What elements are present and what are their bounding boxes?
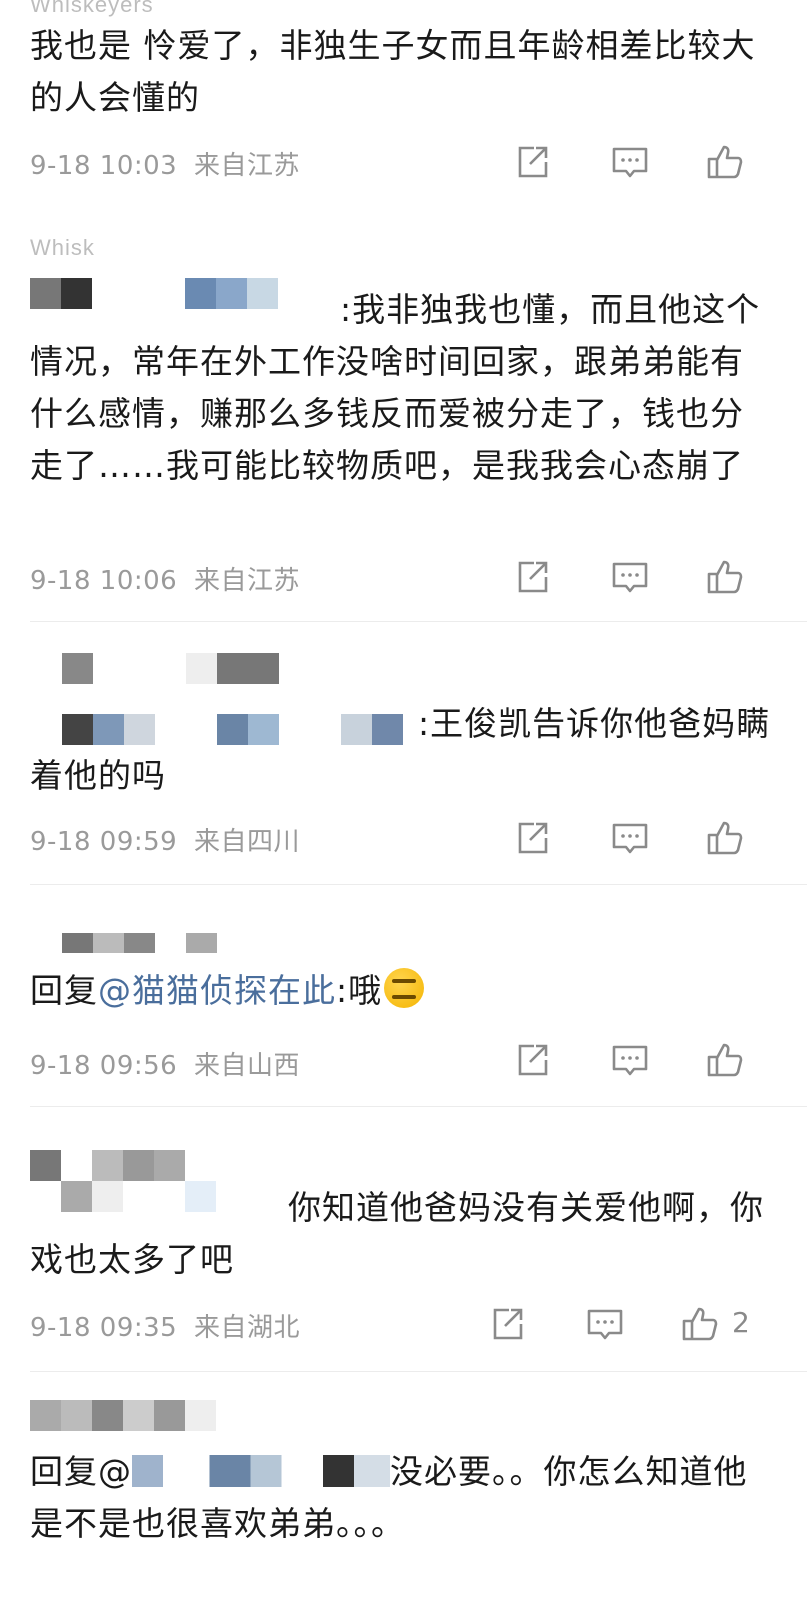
- comment-item: 回复@猫猫侦探在此:哦 9-18 09:56 来自山西: [0, 885, 807, 1107]
- like-button[interactable]: 2: [680, 1304, 750, 1344]
- location: 来自江苏: [193, 566, 300, 596]
- comment-text: :王俊凯告诉你他爸妈瞒着他的吗: [30, 704, 771, 795]
- comment-icon: [612, 823, 648, 854]
- comment-text: 回复@猫猫侦探在此:哦: [30, 965, 777, 1017]
- timestamp: 9-18 09:56: [30, 1051, 178, 1081]
- comment-actions: [512, 142, 772, 182]
- share-icon: [518, 822, 548, 854]
- redacted-username: [30, 1400, 216, 1431]
- comment-meta: 9-18 09:35 来自湖北: [30, 1307, 300, 1344]
- reply-button[interactable]: [610, 557, 650, 597]
- location: 来自江苏: [193, 151, 300, 181]
- comment-actions: [512, 557, 772, 597]
- comment-actions: [512, 818, 772, 858]
- comment-meta: 9-18 10:03 来自江苏: [30, 145, 300, 182]
- divider: [30, 621, 807, 622]
- location: 来自四川: [193, 827, 300, 857]
- like-button[interactable]: [705, 1040, 745, 1080]
- share-button[interactable]: [512, 818, 552, 858]
- expressionless-emoji-icon: [384, 968, 425, 1008]
- comment-meta: 9-18 09:56 来自山西: [30, 1045, 300, 1082]
- redacted-username: [30, 1150, 185, 1181]
- timestamp: 9-18 09:59: [30, 827, 178, 857]
- comment-text: 你知道他爸妈没有关爱他啊，你戏也太多了吧: [30, 1188, 764, 1279]
- comment-item: :王俊凯告诉你他爸妈瞒着他的吗 9-18 09:59 来自四川: [0, 625, 807, 885]
- timestamp: 9-18 10:06: [30, 566, 178, 596]
- timestamp: 9-18 10:03: [30, 151, 178, 181]
- share-icon: [493, 1308, 523, 1340]
- comment-icon: [612, 1045, 648, 1076]
- like-icon: [707, 1043, 743, 1077]
- comment-text: 我也是 怜爱了，非独生子女而且年龄相差比较大的人会懂的: [30, 26, 756, 117]
- like-icon: [707, 821, 743, 855]
- comment-text: 回复@ 没必要。。你怎么知道他是不是也很喜欢弟弟。。。: [30, 1452, 748, 1543]
- like-button[interactable]: [705, 818, 745, 858]
- share-icon: [518, 561, 548, 593]
- comment-icon: [612, 147, 648, 178]
- location: 来自山西: [193, 1051, 300, 1081]
- comment-actions: 2: [487, 1304, 787, 1344]
- like-icon: [682, 1307, 718, 1341]
- share-icon: [518, 146, 548, 178]
- comment-item: Whisk :我非独我也懂，而且他这个情况，常年在外工作没啥时间回家，跟弟弟能有…: [0, 215, 807, 625]
- mention-prefix[interactable]: 回复@: [30, 1452, 132, 1491]
- redacted-username: [62, 933, 217, 953]
- like-count: 2: [732, 1306, 750, 1339]
- username[interactable]: Whiskeyers: [30, 0, 154, 18]
- comment-item: Whiskeyers 我也是 怜爱了，非独生子女而且年龄相差比较大的人会懂的 9…: [0, 0, 807, 215]
- reply-button[interactable]: [610, 142, 650, 182]
- comment-item: 你知道他爸妈没有关爱他啊，你戏也太多了吧 9-18 09:35 来自湖北 2: [0, 1107, 807, 1372]
- comment-meta: 9-18 10:06 来自江苏: [30, 560, 300, 597]
- comment-icon: [587, 1309, 623, 1340]
- share-button[interactable]: [487, 1304, 527, 1344]
- username[interactable]: Whisk: [30, 235, 95, 261]
- share-button[interactable]: [512, 557, 552, 597]
- like-button[interactable]: [705, 557, 745, 597]
- comment-text: :我非独我也懂，而且他这个情况，常年在外工作没啥时间回家，跟弟弟能有什么感情，赚…: [30, 290, 761, 485]
- like-icon: [707, 560, 743, 594]
- like-button[interactable]: [705, 142, 745, 182]
- redacted-mention: [132, 1455, 390, 1487]
- comment-item: 回复@ 没必要。。你怎么知道他是不是也很喜欢弟弟。。。: [0, 1372, 807, 1614]
- share-button[interactable]: [512, 142, 552, 182]
- share-button[interactable]: [512, 1040, 552, 1080]
- redacted-username: [62, 653, 279, 684]
- share-icon: [518, 1044, 548, 1076]
- mention-link[interactable]: @猫猫侦探在此: [98, 971, 336, 1010]
- timestamp: 9-18 09:35: [30, 1313, 178, 1343]
- comment-actions: [512, 1040, 772, 1080]
- location: 来自湖北: [193, 1313, 300, 1343]
- comment-meta: 9-18 09:59 来自四川: [30, 821, 300, 858]
- like-icon: [707, 145, 743, 179]
- reply-button[interactable]: [610, 818, 650, 858]
- reply-button[interactable]: [610, 1040, 650, 1080]
- comment-icon: [612, 562, 648, 593]
- reply-button[interactable]: [585, 1304, 625, 1344]
